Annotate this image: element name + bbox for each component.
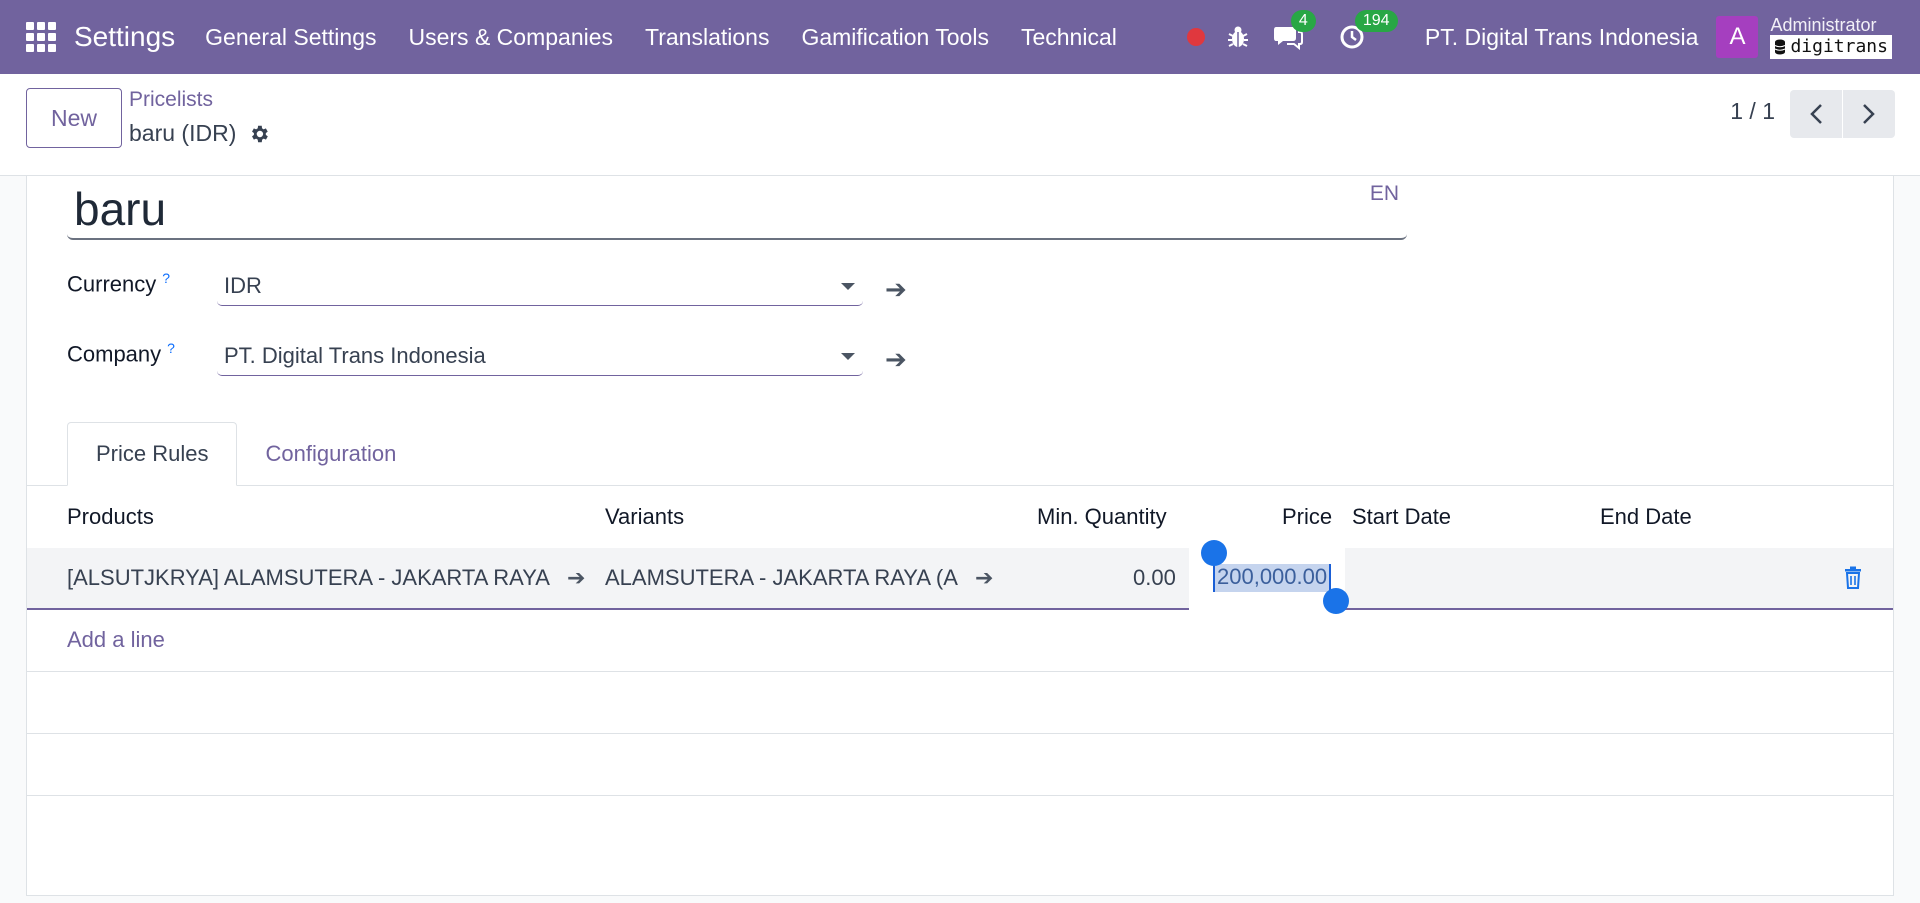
messages-icon[interactable]: 4 <box>1273 10 1316 52</box>
company-label-text: Company <box>67 341 162 367</box>
pricelist-name-value: baru <box>74 183 167 235</box>
header-products[interactable]: Products <box>67 504 154 530</box>
breadcrumb-current: baru (IDR) <box>129 120 270 147</box>
breadcrumb-pricelists[interactable]: Pricelists <box>129 88 213 112</box>
currency-value: IDR <box>224 272 262 298</box>
header-min-quantity[interactable]: Min. Quantity <box>1037 504 1167 530</box>
chevron-down-icon[interactable] <box>841 283 855 290</box>
database-icon <box>1775 39 1786 55</box>
notebook-tabs: Price Rules Configuration <box>67 422 424 486</box>
messages-badge: 4 <box>1290 10 1316 32</box>
top-navbar: Settings General Settings Users & Compan… <box>0 0 1920 74</box>
pager-previous-button[interactable] <box>1790 90 1842 138</box>
add-a-line-link[interactable]: Add a line <box>67 627 165 653</box>
menu-users-companies[interactable]: Users & Companies <box>393 0 630 74</box>
table-row[interactable]: [ALSUTJKRYA] ALAMSUTERA - JAKARTA RAYA ➔… <box>27 540 1893 614</box>
currency-label-text: Currency <box>67 271 157 297</box>
empty-row <box>27 734 1893 796</box>
chevron-left-icon <box>1810 104 1822 124</box>
empty-row <box>27 672 1893 734</box>
selection-start-handle[interactable] <box>1201 540 1227 566</box>
price-value-selected[interactable]: 200,000.00 <box>1213 564 1332 592</box>
product-internal-link-icon[interactable]: ➔ <box>567 565 585 591</box>
currency-field[interactable]: IDR <box>217 266 863 306</box>
pager-value[interactable]: 1 / 1 <box>1730 98 1775 125</box>
header-price[interactable]: Price <box>1282 504 1332 530</box>
variant-cell[interactable]: ALAMSUTERA - JAKARTA RAYA (A <box>605 565 973 591</box>
user-menu[interactable]: Administrator digitrans <box>1770 15 1892 59</box>
translate-button[interactable]: EN <box>1370 182 1399 206</box>
avatar[interactable]: A <box>1716 16 1759 58</box>
record-title: baru (IDR) <box>129 120 237 146</box>
currency-label: Currency? <box>67 270 170 297</box>
product-cell[interactable]: [ALSUTJKRYA] ALAMSUTERA - JAKARTA RAYA <box>67 565 557 591</box>
company-help-icon[interactable]: ? <box>167 340 175 356</box>
min-quantity-cell[interactable]: 0.00 <box>1133 565 1176 591</box>
new-button[interactable]: New <box>26 88 122 148</box>
bug-icon[interactable] <box>1223 22 1253 52</box>
tab-configuration[interactable]: Configuration <box>237 422 424 486</box>
control-panel: New Pricelists baru (IDR) 1 / 1 <box>0 74 1920 176</box>
app-title[interactable]: Settings <box>74 21 175 53</box>
currency-help-icon[interactable]: ? <box>162 270 170 286</box>
chevron-right-icon <box>1863 104 1875 124</box>
recording-dot-icon[interactable] <box>1186 28 1205 46</box>
company-label: Company? <box>67 340 175 367</box>
price-rules-header: Products Variants Min. Quantity Price St… <box>27 486 1893 548</box>
activities-badge: 194 <box>1354 10 1398 32</box>
chevron-down-icon[interactable] <box>841 353 855 360</box>
header-end-date[interactable]: End Date <box>1600 504 1692 530</box>
user-name: Administrator <box>1770 15 1877 35</box>
company-switcher[interactable]: PT. Digital Trans Indonesia <box>1425 24 1699 51</box>
company-internal-link-icon[interactable]: ➔ <box>885 344 907 375</box>
activities-clock-icon[interactable]: 194 <box>1337 10 1398 52</box>
gear-icon[interactable] <box>248 123 270 145</box>
currency-internal-link-icon[interactable]: ➔ <box>885 274 907 305</box>
pager-next-button[interactable] <box>1843 90 1895 138</box>
menu-gamification-tools[interactable]: Gamification Tools <box>785 0 1005 74</box>
menu-technical[interactable]: Technical <box>1005 0 1133 74</box>
pricelist-name-input[interactable]: baru EN <box>67 176 1407 240</box>
tab-price-rules[interactable]: Price Rules <box>67 422 238 486</box>
add-line-row: Add a line <box>27 610 1893 672</box>
header-variants[interactable]: Variants <box>605 504 684 530</box>
form-sheet: baru EN Currency? IDR ➔ Company? PT. Dig… <box>26 176 1894 896</box>
database-badge: digitrans <box>1770 35 1892 59</box>
apps-menu-icon[interactable] <box>26 22 56 52</box>
variant-internal-link-icon[interactable]: ➔ <box>975 565 993 591</box>
trash-icon[interactable] <box>1843 566 1863 590</box>
menu-translations[interactable]: Translations <box>629 0 785 74</box>
company-field[interactable]: PT. Digital Trans Indonesia <box>217 336 863 376</box>
database-name: digitrans <box>1790 36 1888 57</box>
company-value: PT. Digital Trans Indonesia <box>224 342 486 368</box>
menu-general-settings[interactable]: General Settings <box>189 0 392 74</box>
header-start-date[interactable]: Start Date <box>1352 504 1451 530</box>
